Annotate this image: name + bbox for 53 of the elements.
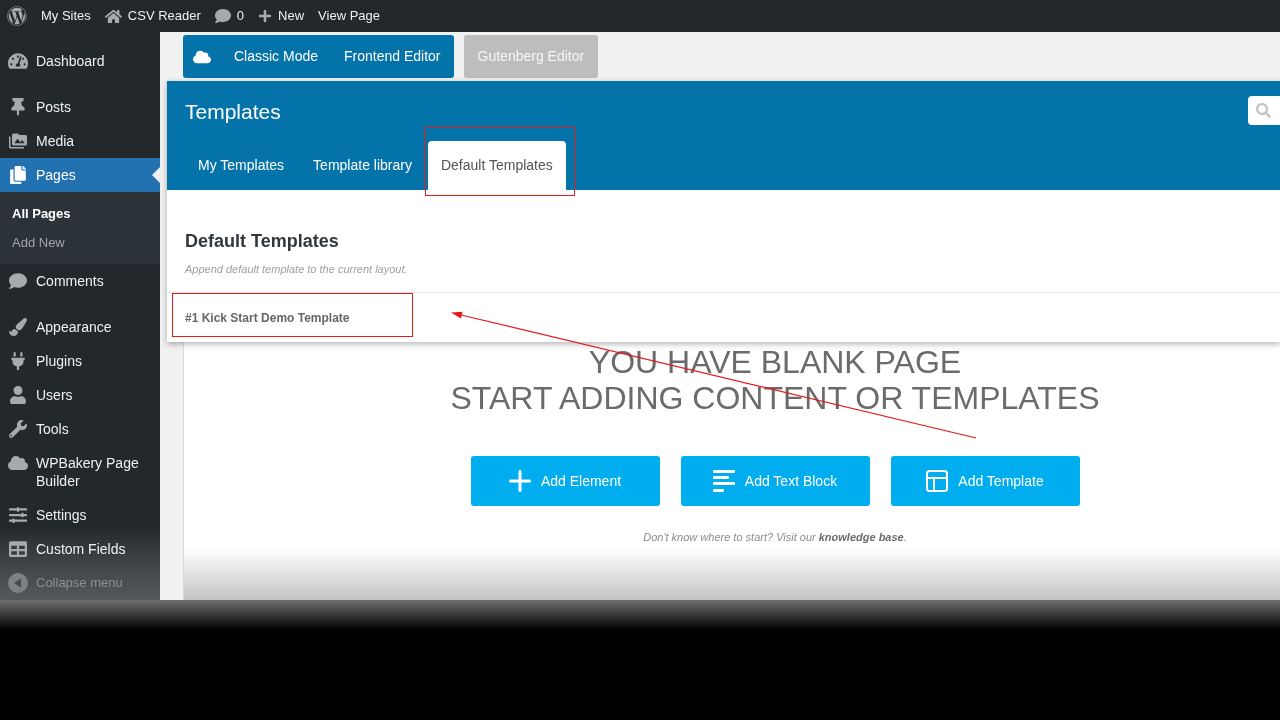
panel-title: Templates	[185, 99, 281, 125]
section-heading: Default Templates	[185, 230, 340, 253]
documents-icon	[8, 166, 28, 184]
gauge-icon	[8, 52, 28, 70]
submenu-item[interactable]: All Pages	[0, 199, 160, 228]
mode-button[interactable]: Classic Mode	[221, 35, 332, 78]
images-icon	[8, 132, 28, 150]
menu-item[interactable]: Media	[0, 124, 160, 158]
layout-icon	[926, 470, 949, 492]
person-icon	[8, 386, 28, 404]
menu-item[interactable]: WPBakery Page Builder	[0, 446, 160, 498]
collapse-icon	[8, 573, 28, 593]
pushpin-icon	[8, 98, 28, 116]
menu-item[interactable]: Tools	[0, 412, 160, 446]
admin-bar-link[interactable]: View Page	[311, 0, 387, 32]
help-text: Don't know where to start? Visit our knowledge base.	[643, 530, 907, 545]
new-link[interactable]: New	[251, 0, 312, 32]
menu-item[interactable]: Appearance	[0, 310, 160, 344]
site-link[interactable]: CSV Reader	[97, 0, 208, 32]
cloud-icon[interactable]	[193, 48, 211, 65]
template-item[interactable]: #1 Kick Start Demo Template	[167, 293, 1280, 342]
menu-item[interactable]: Settings	[0, 498, 160, 532]
speech-bubble-icon	[8, 272, 28, 290]
menu-item[interactable]: Custom Fields	[0, 532, 160, 566]
speech-bubble-icon	[214, 8, 231, 24]
mode-button[interactable]: Frontend Editor	[331, 35, 454, 78]
table-icon	[8, 540, 28, 558]
plus-icon	[258, 9, 273, 23]
text-lines-icon	[712, 470, 735, 492]
plus-icon	[508, 470, 531, 492]
search-icon	[1256, 103, 1271, 118]
house-icon	[104, 7, 122, 25]
headline-text: YOU HAVE BLANK PAGE	[588, 344, 962, 380]
tab[interactable]: Default Templates	[427, 141, 566, 190]
plug-icon	[8, 352, 28, 370]
paintbrush-icon	[8, 318, 28, 336]
menu-item[interactable]: Users	[0, 378, 160, 412]
menu-item[interactable]: Plugins	[0, 344, 160, 378]
comments-link[interactable]: 0	[207, 0, 252, 32]
menu-item[interactable]: Posts	[0, 90, 160, 124]
submenu-item[interactable]: Add New	[0, 228, 160, 257]
section-description: Append default template to the current layout.	[185, 262, 409, 277]
tab[interactable]: Template library	[300, 141, 425, 190]
search-field[interactable]	[1248, 96, 1280, 125]
sliders-icon	[8, 506, 28, 524]
menu-item[interactable]: Pages	[0, 158, 160, 192]
wrench-icon	[8, 420, 28, 438]
admin-bar-link[interactable]: My Sites	[34, 0, 98, 32]
tab[interactable]: My Templates	[185, 141, 298, 190]
cloud-icon	[8, 454, 28, 472]
logo-icon[interactable]	[7, 6, 27, 26]
menu-item[interactable]: Dashboard	[0, 44, 160, 78]
menu-item[interactable]: Comments	[0, 264, 160, 298]
